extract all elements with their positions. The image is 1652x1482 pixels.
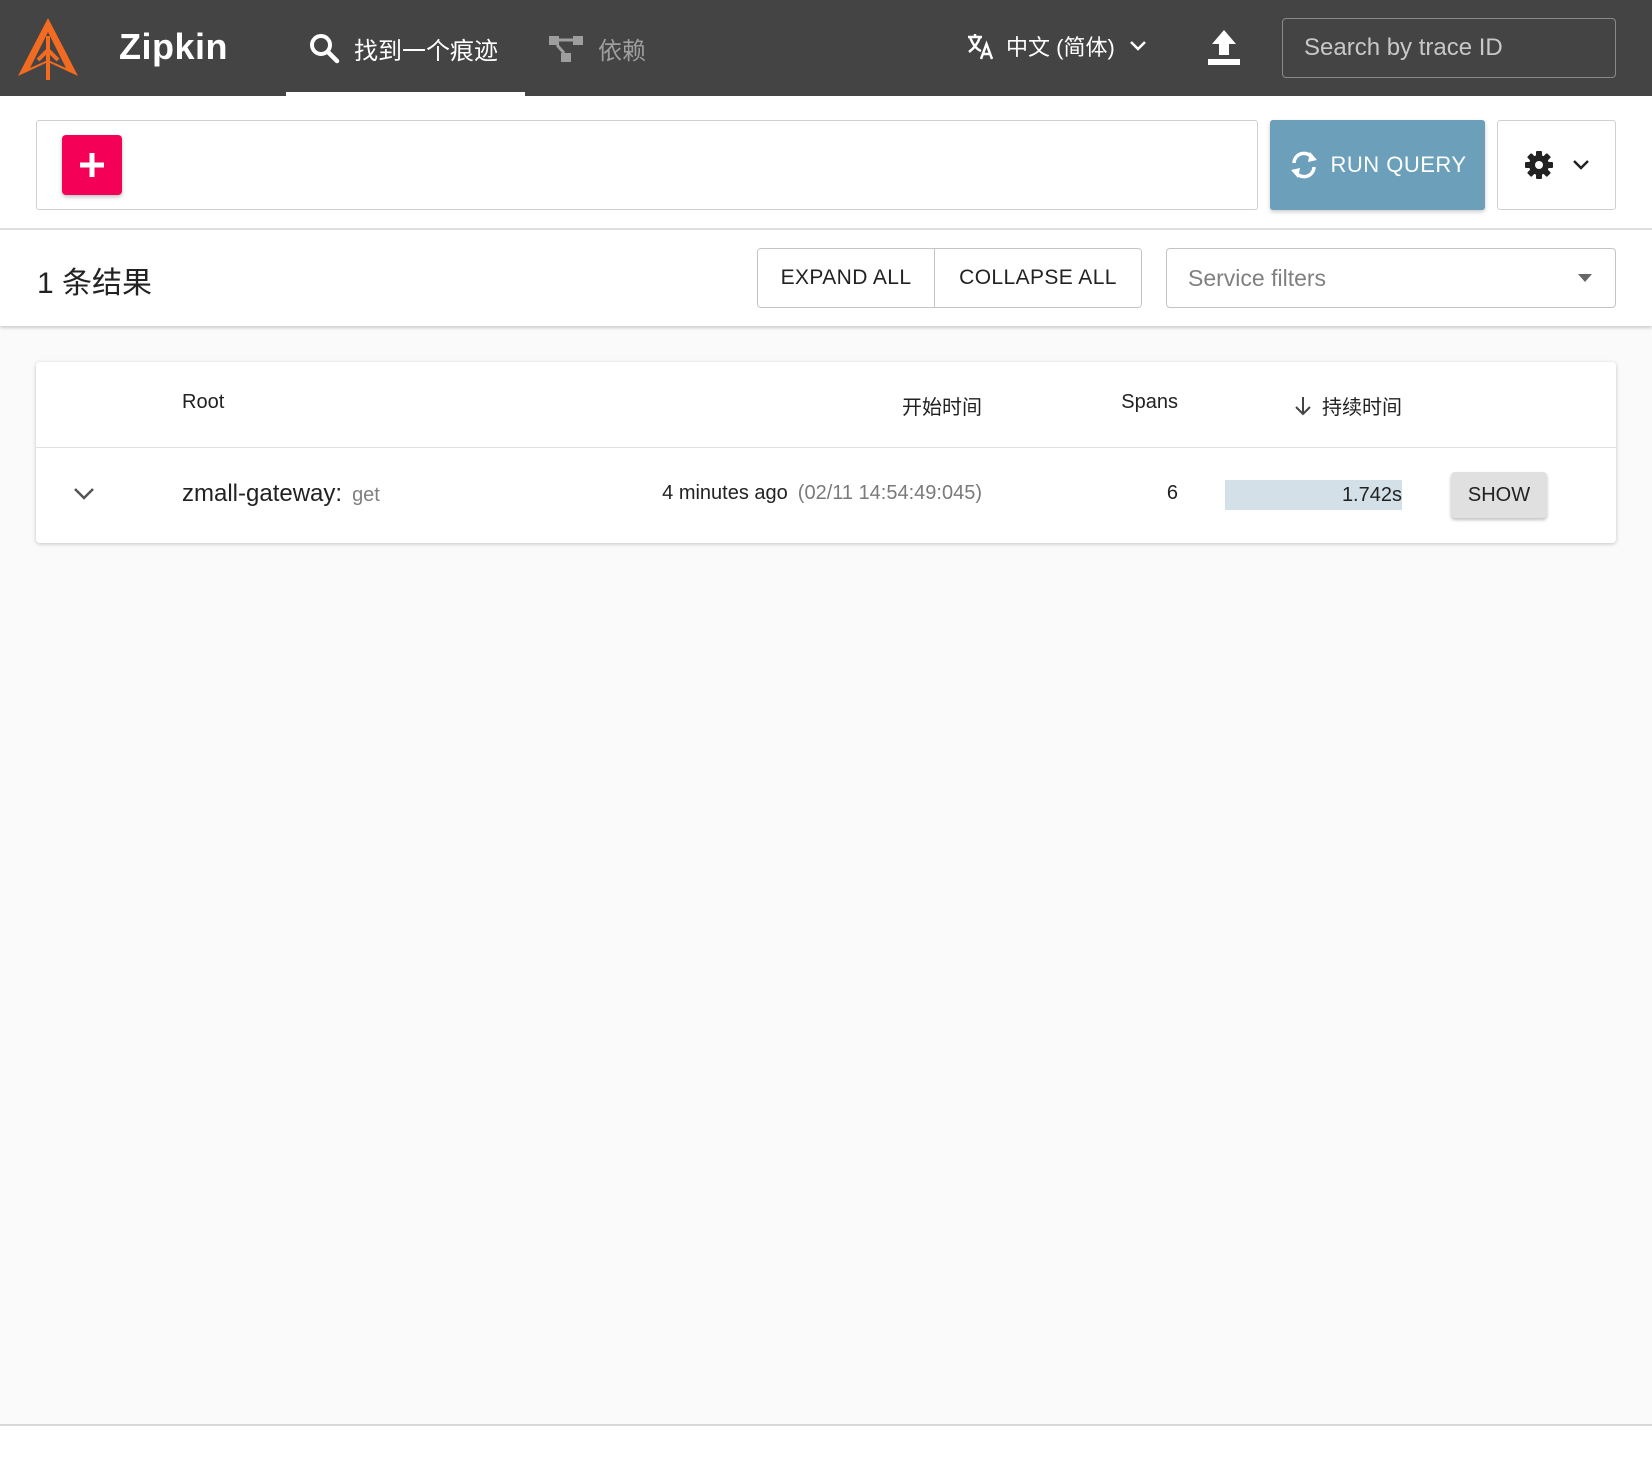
spans-count-cell: 6 (1166, 482, 1178, 504)
dependency-graph-icon (549, 36, 583, 62)
relative-time: 4 minutes ago (662, 482, 788, 504)
search-criteria-box[interactable] (36, 120, 1258, 210)
expand-all-button[interactable]: EXPAND ALL (758, 249, 935, 307)
table-row[interactable]: zmall-gateway: get 4 minutes ago (02/11 14… (36, 448, 1616, 543)
column-header-start-time[interactable]: 开始时间 (902, 391, 982, 420)
query-bar: RUN QUERY (0, 96, 1652, 230)
chevron-down-icon (1129, 41, 1146, 51)
service-filters-select[interactable]: Service filters (1166, 248, 1616, 308)
absolute-time: (02/11 14:54:49:045) (797, 482, 982, 504)
run-query-label: RUN QUERY (1330, 152, 1467, 177)
arrow-down-icon (1295, 396, 1311, 415)
root-service-cell: zmall-gateway: get (182, 480, 380, 508)
settings-dropdown-button[interactable] (1497, 120, 1616, 210)
language-selector[interactable]: 中文 (简体) (966, 30, 1147, 62)
duration-bar: 1.742s (1225, 480, 1402, 510)
gear-icon (1524, 151, 1553, 179)
refresh-icon (1291, 151, 1318, 179)
upload-icon[interactable] (1206, 28, 1242, 66)
column-header-duration[interactable]: 持续时间 (1294, 391, 1402, 420)
service-name: zmall-gateway: (182, 480, 343, 507)
chevron-down-icon[interactable] (71, 484, 97, 504)
operation-name: get (352, 484, 380, 506)
traces-table: Root 开始时间 Spans 持续时间 zmall-gateway: get 4… (36, 362, 1616, 543)
trace-id-search-input[interactable] (1282, 18, 1616, 78)
service-filters-placeholder: Service filters (1188, 264, 1327, 291)
tab-find-trace-label: 找到一个痕迹 (354, 37, 498, 65)
page-footer (0, 1424, 1652, 1482)
run-query-button[interactable]: RUN QUERY (1270, 120, 1485, 210)
duration-value: 1.742s (1341, 484, 1402, 506)
translate-icon (968, 34, 994, 60)
collapse-all-button[interactable]: COLLAPSE ALL (935, 249, 1141, 307)
chevron-down-icon (1572, 160, 1589, 170)
column-header-root[interactable]: Root (182, 391, 224, 414)
language-label: 中文 (简体) (1006, 35, 1115, 60)
app-bar: Zipkin 找到一个痕迹 依赖 中文 (简体) (0, 0, 1652, 96)
results-toolbar: 1 条结果 EXPAND ALL COLLAPSE ALL Service fi… (0, 230, 1652, 326)
table-header: Root 开始时间 Spans 持续时间 (36, 362, 1616, 448)
app-brand-title[interactable]: Zipkin (119, 26, 228, 68)
plus-icon (80, 153, 104, 177)
show-trace-button[interactable]: SHOW (1451, 472, 1547, 518)
zipkin-logo-icon[interactable] (16, 16, 80, 82)
tab-find-trace[interactable]: 找到一个痕迹 (286, 0, 525, 96)
add-criteria-button[interactable] (62, 135, 122, 195)
column-header-spans[interactable]: Spans (1121, 391, 1178, 414)
tab-dependencies-label: 依赖 (598, 37, 646, 65)
start-time-cell: 4 minutes ago (02/11 14:54:49:045) (662, 482, 982, 505)
tab-dependencies[interactable]: 依赖 (548, 0, 646, 96)
expand-collapse-group: EXPAND ALL COLLAPSE ALL (757, 248, 1142, 308)
column-header-duration-label: 持续时间 (1322, 397, 1402, 419)
search-icon (310, 34, 340, 64)
caret-down-icon (1578, 274, 1592, 282)
results-count: 1 条结果 (37, 267, 153, 300)
